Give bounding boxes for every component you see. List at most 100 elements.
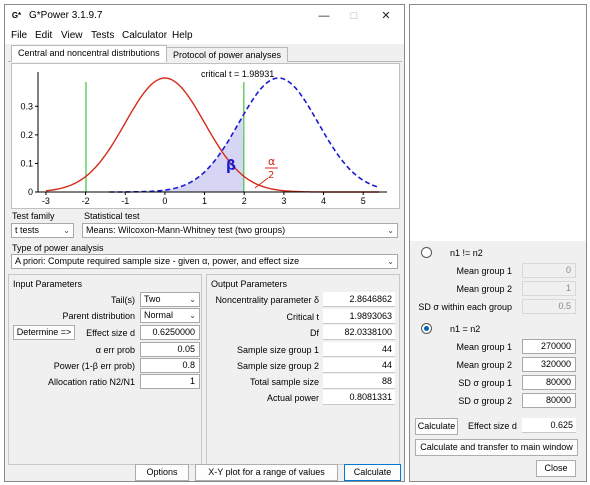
critical-t-output-label: Critical t [286, 312, 319, 322]
close-icon[interactable]: ✕ [371, 7, 401, 25]
options-button[interactable]: Options [135, 464, 189, 481]
equal-sd1-input[interactable]: 80000 [522, 375, 576, 390]
unequal-mean1-input[interactable]: 0 [522, 263, 576, 278]
test-family-select[interactable]: t tests ⌄ [11, 223, 74, 238]
distribution-plot: critical t = 1.98931 -3 -2 -1 0 1 2 3 4 5 0 0.1 0.… [11, 63, 400, 209]
sample-size-2-value: 44 [323, 358, 395, 373]
noncentrality-label: Noncentrality parameter δ [215, 295, 319, 305]
alpha-err-label: α err prob [95, 345, 135, 355]
unequal-mean1-label: Mean group 1 [456, 266, 512, 276]
menu-view[interactable]: View [61, 30, 83, 41]
df-label: Df [310, 328, 319, 338]
test-family-value: t tests [15, 225, 40, 235]
input-parameters-group: Input Parameters Tail(s) Two ⌄ Parent dis… [8, 274, 202, 465]
allocation-ratio-label: Allocation ratio N2/N1 [47, 377, 135, 387]
tails-value: Two [144, 294, 161, 304]
total-sample-size-label: Total sample size [249, 377, 319, 387]
alpha-err-input[interactable]: 0.05 [140, 342, 200, 357]
x-ticks: -3 -2 -1 0 1 2 3 4 5 [42, 192, 366, 206]
xy-plot-button[interactable]: X-Y plot for a range of values [195, 464, 338, 481]
chevron-down-icon: ⌄ [189, 295, 196, 304]
effect-size-input[interactable]: 0.6250000 [140, 325, 200, 340]
side-effect-size-label: Effect size d [468, 421, 517, 431]
beta-label: β [226, 158, 236, 174]
x-tick-label: 5 [361, 196, 366, 206]
statistical-test-select[interactable]: Means: Wilcoxon-Mann-Whitney test (two g… [82, 223, 398, 238]
sample-size-1-label: Sample size group 1 [236, 345, 319, 355]
equal-mean2-input[interactable]: 320000 [522, 357, 576, 372]
x-tick-label: 1 [202, 196, 207, 206]
equal-mean1-input[interactable]: 270000 [522, 339, 576, 354]
effect-size-side-panel: n1 != n2 Mean group 1 0 Mean group 2 1 S… [409, 4, 587, 482]
x-tick-label: 4 [321, 196, 326, 206]
distribution-chart: -3 -2 -1 0 1 2 3 4 5 0 0.1 0.2 0.3 β α 2 [20, 72, 387, 206]
equal-sd2-label: SD σ group 2 [458, 396, 512, 406]
transfer-button[interactable]: Calculate and transfer to main window [415, 439, 578, 456]
minimize-icon[interactable]: — [309, 7, 339, 25]
tails-label: Tail(s) [111, 295, 135, 305]
parent-distribution-select[interactable]: Normal ⌄ [140, 308, 200, 323]
output-parameters-title: Output Parameters [211, 279, 288, 289]
menu-help[interactable]: Help [172, 30, 193, 41]
option-unequal-label: n1 != n2 [450, 248, 483, 258]
allocation-ratio-input[interactable]: 1 [140, 374, 200, 389]
unequal-mean2-label: Mean group 2 [456, 284, 512, 294]
side-close-button[interactable]: Close [536, 460, 576, 477]
menu-calculator[interactable]: Calculator [122, 30, 167, 41]
unequal-sd-label: SD σ within each group [418, 302, 512, 312]
x-tick-label: -2 [82, 196, 90, 206]
parent-distribution-label: Parent distribution [62, 311, 135, 321]
chevron-down-icon: ⌄ [387, 226, 394, 235]
power-analysis-label: Type of power analysis [12, 243, 104, 253]
tab-protocol[interactable]: Protocol of power analyses [166, 47, 289, 62]
power-label: Power (1-β err prob) [53, 361, 135, 371]
actual-power-value: 0.8081331 [323, 390, 395, 405]
noncentrality-value: 2.8646862 [323, 292, 395, 307]
unequal-sd-input[interactable]: 0.5 [522, 299, 576, 314]
maximize-icon[interactable]: □ [339, 7, 369, 25]
parent-distribution-value: Normal [144, 310, 174, 320]
power-analysis-value: A priori: Compute required sample size -… [15, 256, 300, 266]
sample-size-2-label: Sample size group 2 [236, 361, 319, 371]
effect-size-calculator: n1 != n2 Mean group 1 0 Mean group 2 1 S… [410, 241, 586, 481]
radio-unequal-n[interactable] [421, 247, 432, 258]
power-analysis-select[interactable]: A priori: Compute required sample size -… [11, 254, 398, 269]
radio-equal-n[interactable] [421, 323, 432, 334]
menu-tests[interactable]: Tests [91, 30, 114, 41]
equal-mean2-label: Mean group 2 [456, 360, 512, 370]
equal-sd1-label: SD σ group 1 [458, 378, 512, 388]
x-tick-label: -1 [121, 196, 129, 206]
gpower-main-window: G* G*Power 3.1.9.7 — □ ✕ File Edit View … [4, 4, 405, 482]
determine-button[interactable]: Determine => [13, 325, 75, 340]
y-tick-label: 0.1 [20, 158, 33, 168]
app-icon: G* [11, 11, 22, 20]
x-tick-label: 3 [281, 196, 286, 206]
effect-size-label: Effect size d [86, 328, 135, 338]
alpha-denominator: 2 [268, 170, 274, 181]
menu-edit[interactable]: Edit [35, 30, 52, 41]
chevron-down-icon: ⌄ [63, 226, 70, 235]
side-calculate-button[interactable]: Calculate [415, 418, 458, 435]
chevron-down-icon: ⌄ [387, 257, 394, 266]
title-bar: G* G*Power 3.1.9.7 — □ ✕ [5, 5, 404, 27]
menu-file[interactable]: File [11, 30, 27, 41]
option-equal-label: n1 = n2 [450, 324, 481, 334]
power-input[interactable]: 0.8 [140, 358, 200, 373]
df-value: 82.0338100 [323, 325, 395, 340]
x-tick-label: 0 [162, 196, 167, 206]
statistical-test-label: Statistical test [84, 211, 140, 221]
x-tick-label: -3 [42, 196, 50, 206]
input-parameters-title: Input Parameters [13, 279, 83, 289]
side-effect-size-value: 0.625 [522, 418, 576, 433]
critical-t-value: 1.9893063 [323, 309, 395, 324]
y-ticks: 0 0.1 0.2 0.3 [20, 101, 38, 197]
output-parameters-group: Output Parameters Noncentrality paramete… [206, 274, 400, 465]
tab-distributions[interactable]: Central and noncentral distributions [11, 45, 167, 62]
tails-select[interactable]: Two ⌄ [140, 292, 200, 307]
equal-sd2-input[interactable]: 80000 [522, 393, 576, 408]
x-tick-label: 2 [242, 196, 247, 206]
tab-strip: Central and noncentral distributions Pro… [8, 45, 402, 62]
calculate-button[interactable]: Calculate [344, 464, 401, 481]
unequal-mean2-input[interactable]: 1 [522, 281, 576, 296]
total-sample-size-value: 88 [323, 374, 395, 389]
